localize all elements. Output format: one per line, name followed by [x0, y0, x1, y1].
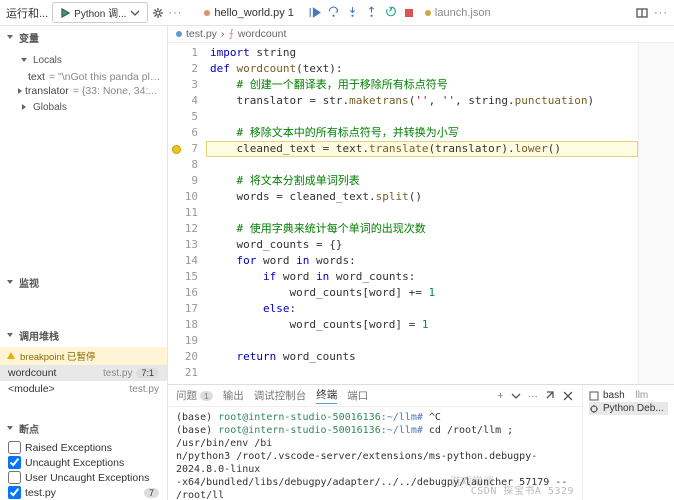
terminal-body[interactable]: (base) root@intern-studio-50016136:~/llm…: [168, 407, 582, 500]
terminal-item[interactable]: bash llm: [589, 389, 668, 402]
python-file-icon: [204, 10, 210, 16]
breakpoint-checkbox[interactable]: [8, 471, 21, 484]
terminal-icon: [589, 391, 599, 401]
breakpoint-checkbox[interactable]: [8, 456, 21, 469]
warning-icon: [6, 351, 16, 361]
tab-ports[interactable]: 端口: [347, 388, 368, 403]
globals-header[interactable]: Globals: [14, 98, 167, 117]
top-bar: 运行和... Python 调... ··· hello_world.py 1 …: [0, 0, 674, 26]
debug-icon: [589, 404, 599, 414]
breakpoint-label: Uncaught Exceptions: [25, 457, 124, 469]
breakpoints-header[interactable]: 断点: [0, 417, 167, 440]
more-icon[interactable]: ···: [168, 7, 182, 19]
run-debug-label: 运行和...: [6, 5, 48, 21]
step-over-icon[interactable]: [327, 6, 340, 19]
chevron-down-icon[interactable]: [510, 390, 522, 402]
tab-problems[interactable]: 问题1: [176, 388, 213, 403]
line-gutter[interactable]: 123456789101112131415161718192021: [168, 43, 206, 384]
breakpoint-checkbox[interactable]: [8, 441, 21, 454]
locals-header[interactable]: Locals: [14, 51, 167, 70]
gear-icon[interactable]: [152, 7, 164, 19]
more-icon[interactable]: ···: [528, 390, 539, 402]
debug-start-button[interactable]: Python 调...: [52, 2, 148, 23]
split-icon[interactable]: [636, 7, 648, 19]
breadcrumb[interactable]: test.py › ⨍ wordcount: [168, 26, 674, 43]
terminal-list: bash llm Python Deb...: [582, 385, 674, 500]
breakpoint-label: Raised Exceptions: [25, 442, 112, 454]
paused-message: breakpoint 已暂停: [0, 347, 167, 365]
tab-output[interactable]: 输出: [223, 388, 244, 403]
tab-debug-console[interactable]: 调试控制台: [254, 388, 307, 403]
chevron-down-icon: [129, 7, 141, 19]
panel-tabs: 问题1 输出 调试控制台 终端 端口 + ···: [168, 385, 582, 407]
variable-row[interactable]: text= "\nGot this panda plu...: [24, 70, 167, 84]
json-file-icon: [425, 10, 431, 16]
play-icon: [59, 7, 71, 19]
continue-icon[interactable]: [308, 6, 321, 19]
tab-launch-json[interactable]: launch.json: [417, 4, 499, 22]
debug-sidebar: 变量 Locals text= "\nGot this panda plu...…: [0, 26, 168, 500]
breakpoint-checkbox[interactable]: [8, 486, 21, 499]
callstack-frame[interactable]: wordcounttest.py7:1: [0, 365, 167, 381]
tab-terminal[interactable]: 终端: [316, 387, 337, 404]
variables-header[interactable]: 变量: [0, 26, 167, 49]
breakpoint-label: test.py: [25, 487, 56, 499]
code-editor[interactable]: import stringdef wordcount(text): # 创建一个…: [206, 43, 638, 384]
panel-area: 问题1 输出 调试控制台 终端 端口 + ··· (base) root@int…: [168, 384, 674, 500]
step-out-icon[interactable]: [365, 6, 378, 19]
callstack-frame[interactable]: <module>test.py: [0, 381, 167, 397]
close-icon[interactable]: [562, 390, 574, 402]
breakpoint-item[interactable]: User Uncaught Exceptions: [0, 470, 167, 485]
watch-header[interactable]: 监视: [0, 271, 167, 294]
restart-icon[interactable]: [384, 6, 397, 19]
editor-area: test.py › ⨍ wordcount 123456789101112131…: [168, 26, 674, 500]
breakpoint-item[interactable]: test.py7: [0, 485, 167, 500]
new-terminal-icon[interactable]: +: [497, 390, 503, 402]
breakpoint-item[interactable]: Raised Exceptions: [0, 440, 167, 455]
python-file-icon: [176, 31, 182, 37]
variable-row[interactable]: translator= {33: None, 34:...: [24, 84, 167, 98]
function-icon: ⨍: [228, 28, 233, 40]
breakpoint-item[interactable]: Uncaught Exceptions: [0, 455, 167, 470]
stop-icon[interactable]: [403, 7, 415, 19]
maximize-icon[interactable]: [544, 390, 556, 402]
breakpoint-label: User Uncaught Exceptions: [25, 472, 149, 484]
step-into-icon[interactable]: [346, 6, 359, 19]
terminal-item[interactable]: Python Deb...: [589, 402, 668, 415]
minimap[interactable]: [638, 43, 674, 384]
callstack-header[interactable]: 调用堆栈: [0, 324, 167, 347]
tab-hello-world[interactable]: hello_world.py 1: [196, 4, 302, 22]
more-icon-2[interactable]: ···: [654, 7, 668, 19]
debug-controls: [308, 6, 415, 19]
